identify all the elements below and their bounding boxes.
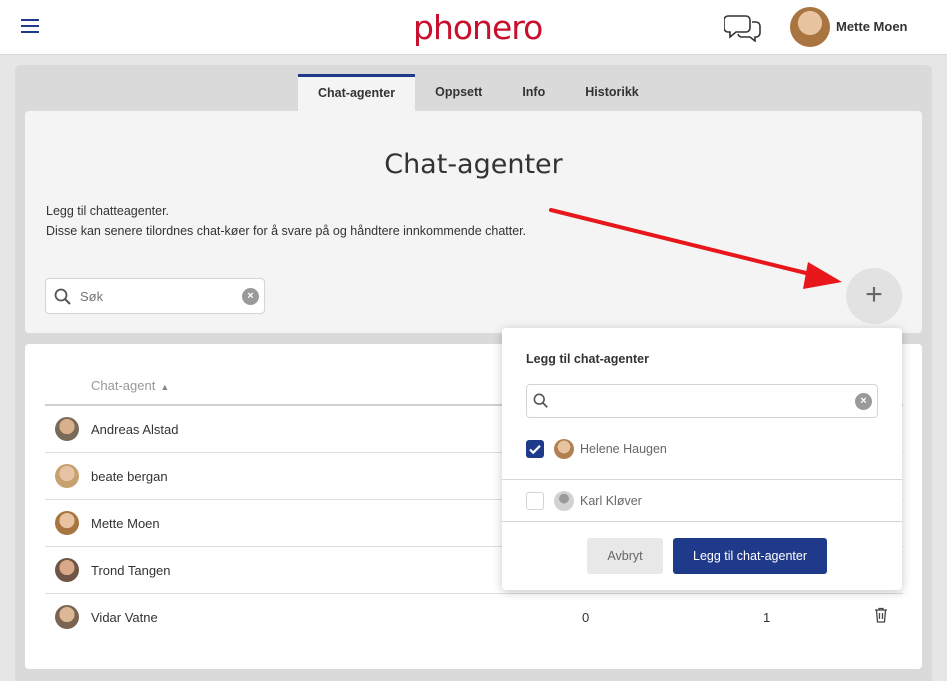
checkbox-checked[interactable] [526,440,544,458]
user-avatar[interactable] [790,7,830,47]
avatar [55,511,79,535]
avatar-placeholder-icon [554,491,574,511]
option-helene-haugen[interactable]: Helene Haugen [526,437,878,461]
agent-name: Vidar Vatne [91,610,158,625]
search-input[interactable] [80,287,230,305]
intro-card: Chat-agenter Legg til chatteagenter. Dis… [25,111,922,333]
page-description: Legg til chatteagenter. Disse kan senere… [46,201,526,241]
option-label: Karl Kløver [580,494,642,508]
avatar [55,605,79,629]
trash-icon[interactable] [874,607,888,628]
agent-count-1: 0 [582,610,590,625]
checkmark-icon [529,445,541,455]
tab-info[interactable]: Info [502,74,565,112]
popup-search-input[interactable] [557,392,847,410]
agent-name: Trond Tangen [91,563,171,578]
column-header-chat-agent[interactable]: Chat-agent ▲ [91,378,169,393]
popup-divider [502,479,902,480]
top-bar: phonero Mette Moen [0,0,947,55]
clear-icon[interactable]: × [242,288,259,305]
popup-title: Legg til chat-agenter [526,352,649,366]
tab-bar: Chat-agenter Oppsett Info Historikk [298,74,659,112]
agent-name: Mette Moen [91,516,160,531]
description-line-1: Legg til chatteagenter. [46,204,170,218]
avatar [55,464,79,488]
description-line-2: Disse kan senere tilordnes chat-køer for… [46,224,527,238]
logo: phonero [413,8,543,47]
add-agents-button[interactable]: Legg til chat-agenter [673,538,827,574]
search-icon [533,393,549,414]
user-name[interactable]: Mette Moen [836,19,908,34]
page-title: Chat-agenter [384,149,563,180]
popup-divider [502,521,902,522]
option-label: Helene Haugen [580,442,667,456]
table-row[interactable]: Vidar Vatne 0 1 [45,594,903,641]
agent-search: × [45,278,265,314]
avatar [55,417,79,441]
avatar [55,558,79,582]
add-agents-popup: Legg til chat-agenter × Helene Haugen Ka… [502,328,902,590]
add-agent-button[interactable]: + [846,268,902,324]
agent-name: beate bergan [91,469,168,484]
checkbox-unchecked[interactable] [526,492,544,510]
tab-historikk[interactable]: Historikk [565,74,659,112]
column-header-label: Chat-agent [91,378,156,393]
avatar [554,439,574,459]
agent-count-2: 1 [763,610,771,625]
option-karl-klover[interactable]: Karl Kløver [526,489,878,513]
search-icon [54,288,72,311]
tab-oppsett[interactable]: Oppsett [415,74,502,112]
cancel-button[interactable]: Avbryt [587,538,663,574]
hamburger-menu-icon[interactable] [21,19,39,33]
tab-chat-agenter[interactable]: Chat-agenter [298,74,416,112]
popup-search: × [526,384,878,418]
chat-bubbles-icon[interactable] [723,12,764,43]
agent-name: Andreas Alstad [91,422,179,437]
sort-ascending-icon: ▲ [160,382,170,392]
clear-icon[interactable]: × [855,393,872,410]
